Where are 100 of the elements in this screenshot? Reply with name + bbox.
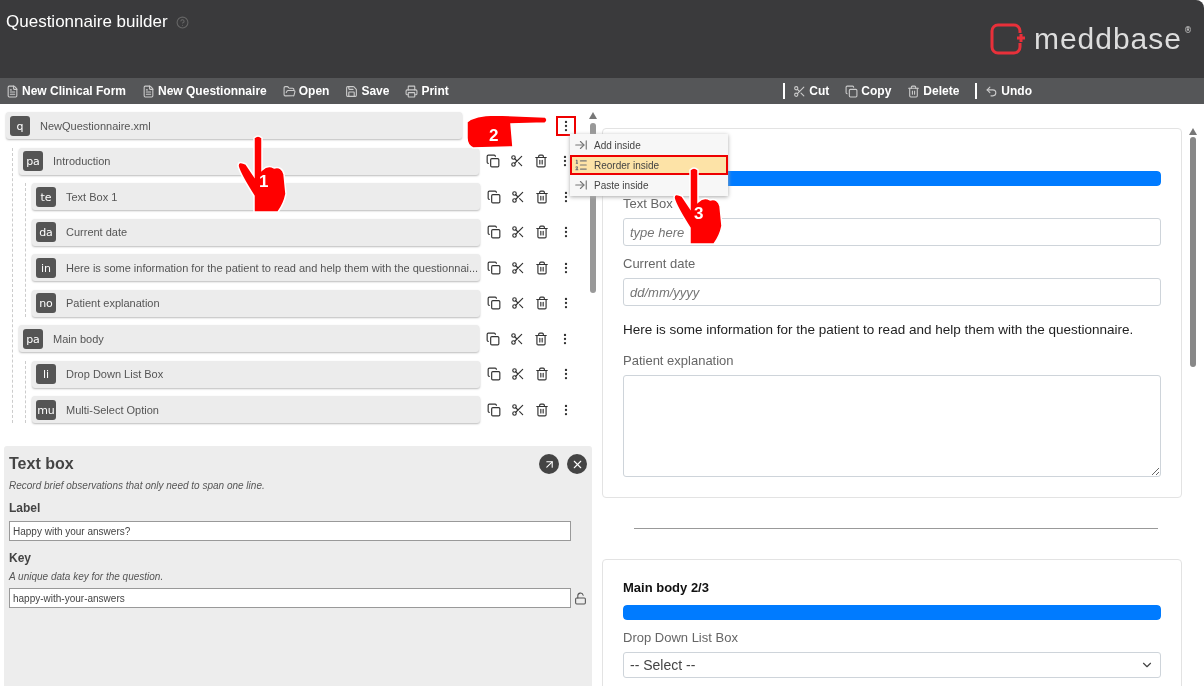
type-badge: li	[36, 364, 56, 384]
item-label: Drop Down List Box	[66, 368, 164, 380]
lock-icon[interactable]	[574, 591, 587, 605]
question-label: Drop Down List Box	[623, 630, 739, 645]
logo-icon	[989, 23, 1028, 55]
toolbar-button[interactable]: New Questionnaire	[142, 84, 267, 98]
scissors-icon	[511, 189, 525, 204]
section-title: Main body 2/3	[623, 580, 710, 595]
tree-item[interactable]: li Drop Down List Box	[32, 360, 480, 388]
scissors-icon	[511, 367, 525, 381]
type-badge: pa	[23, 328, 43, 349]
item-label: Multi-Select Option	[66, 403, 159, 416]
item-label: NewQuestionnaire.xml	[40, 119, 151, 132]
item-label: Text Box 1	[66, 190, 118, 203]
type-badge: mu	[36, 399, 56, 420]
undo-icon	[985, 84, 999, 98]
trash-icon	[535, 367, 549, 381]
scissors-icon	[511, 225, 525, 239]
trash-icon	[535, 402, 549, 417]
toolbar-button[interactable]: Copy	[845, 84, 892, 98]
trash-icon	[534, 331, 548, 346]
input-field[interactable]: dd/mm/yyyy	[623, 278, 1161, 306]
toolbar-button[interactable]: Delete	[907, 84, 960, 98]
close-button[interactable]	[567, 454, 587, 474]
toolbar-button[interactable]: New Clinical Form	[6, 84, 127, 98]
printer-icon	[405, 84, 419, 98]
type-badge: te	[36, 186, 56, 207]
trash-icon	[535, 225, 549, 239]
toolbar-button[interactable]: Save	[345, 84, 390, 98]
type-badge: no	[36, 293, 56, 313]
toolbar-button[interactable]: Open	[282, 84, 330, 98]
tree-item[interactable]: no Patient explanation	[32, 289, 480, 317]
type-badge: q	[10, 115, 30, 136]
scissors-icon	[511, 260, 525, 275]
toolbar-button[interactable]: Cut	[793, 84, 830, 98]
scroll-up-icon[interactable]	[589, 112, 597, 119]
menu-item[interactable]: Paste inside	[570, 175, 728, 195]
copy-icon	[845, 84, 859, 98]
scroll-up-icon[interactable]	[1189, 128, 1197, 135]
registered-mark: ®	[1184, 26, 1192, 35]
copy-icon	[486, 154, 500, 168]
item-label: Patient explanation	[66, 297, 160, 309]
trash-icon	[535, 260, 549, 275]
question-label: Current date	[623, 256, 697, 271]
form-icon	[6, 84, 19, 98]
type-badge: in	[36, 257, 56, 278]
popout-button[interactable]	[539, 454, 559, 474]
logo-text: meddbase	[1033, 22, 1182, 56]
text-field[interactable]: Happy with your answers?	[9, 521, 571, 541]
question-label: Text Box	[623, 196, 674, 211]
tree-item[interactable]: pa Introduction	[19, 147, 479, 175]
folder-icon	[282, 84, 296, 98]
type-badge: pa	[23, 151, 43, 171]
step-number: 2	[489, 126, 499, 146]
menu-item[interactable]: Reorder inside	[570, 155, 728, 175]
copy-icon	[487, 189, 501, 204]
copy-icon	[487, 402, 501, 417]
info-text: Here is some information for the patient to read and help them with the questionnaire.	[623, 322, 1135, 337]
app-title: Questionnaire builder	[6, 12, 168, 32]
tree-item[interactable]: q NewQuestionnaire.xml	[6, 112, 462, 139]
trash-icon	[535, 189, 549, 204]
menu-item[interactable]: Add inside	[570, 135, 728, 155]
pointing-hand-icon	[234, 134, 290, 214]
item-label: Here is some information for the patient to read and help them with the questionnai...	[66, 261, 479, 274]
arrow-icon	[574, 178, 588, 192]
panel-description: Record brief observations that only need to span one line.	[9, 480, 266, 491]
scissors-icon	[510, 154, 524, 168]
type-badge: da	[36, 222, 56, 242]
tree-item[interactable]: da Current date	[32, 218, 480, 246]
tree-item[interactable]: mu Multi-Select Option	[32, 396, 480, 423]
form-icon	[142, 84, 156, 98]
trash-icon	[535, 296, 549, 310]
copy-icon	[487, 296, 501, 310]
question-label: Patient explanation	[623, 353, 735, 368]
tree-item[interactable]: in Here is some information for the patient to read and help them with the questionnai...	[32, 254, 480, 281]
scissors-icon	[793, 84, 807, 98]
save-icon	[345, 84, 359, 98]
copy-icon	[487, 367, 501, 381]
text-field[interactable]: happy-with-your-answers	[9, 588, 571, 608]
scissors-icon	[511, 296, 525, 310]
copy-icon	[487, 260, 501, 275]
arrow-icon	[574, 138, 588, 152]
tree-item[interactable]: pa Main body	[19, 325, 479, 352]
select-field[interactable]: -- Select --	[623, 652, 1161, 678]
item-label: Main body	[53, 332, 104, 345]
toolbar-button[interactable]: Print	[405, 84, 449, 98]
copy-icon	[487, 225, 501, 239]
scissors-icon	[510, 331, 524, 346]
copy-icon	[486, 331, 500, 346]
scissors-icon	[511, 402, 525, 417]
numbered-list-icon	[574, 158, 588, 172]
field-label: Key	[9, 551, 32, 565]
item-label: Introduction	[53, 155, 111, 167]
trash-icon	[907, 84, 921, 98]
panel-title: Text box	[9, 455, 74, 473]
field-label: Label	[9, 501, 42, 515]
toolbar-button[interactable]: Undo	[985, 84, 1032, 98]
field-hint: A unique data key for the question.	[9, 571, 165, 582]
trash-icon	[534, 154, 548, 168]
input-field[interactable]: type here	[623, 218, 1161, 246]
